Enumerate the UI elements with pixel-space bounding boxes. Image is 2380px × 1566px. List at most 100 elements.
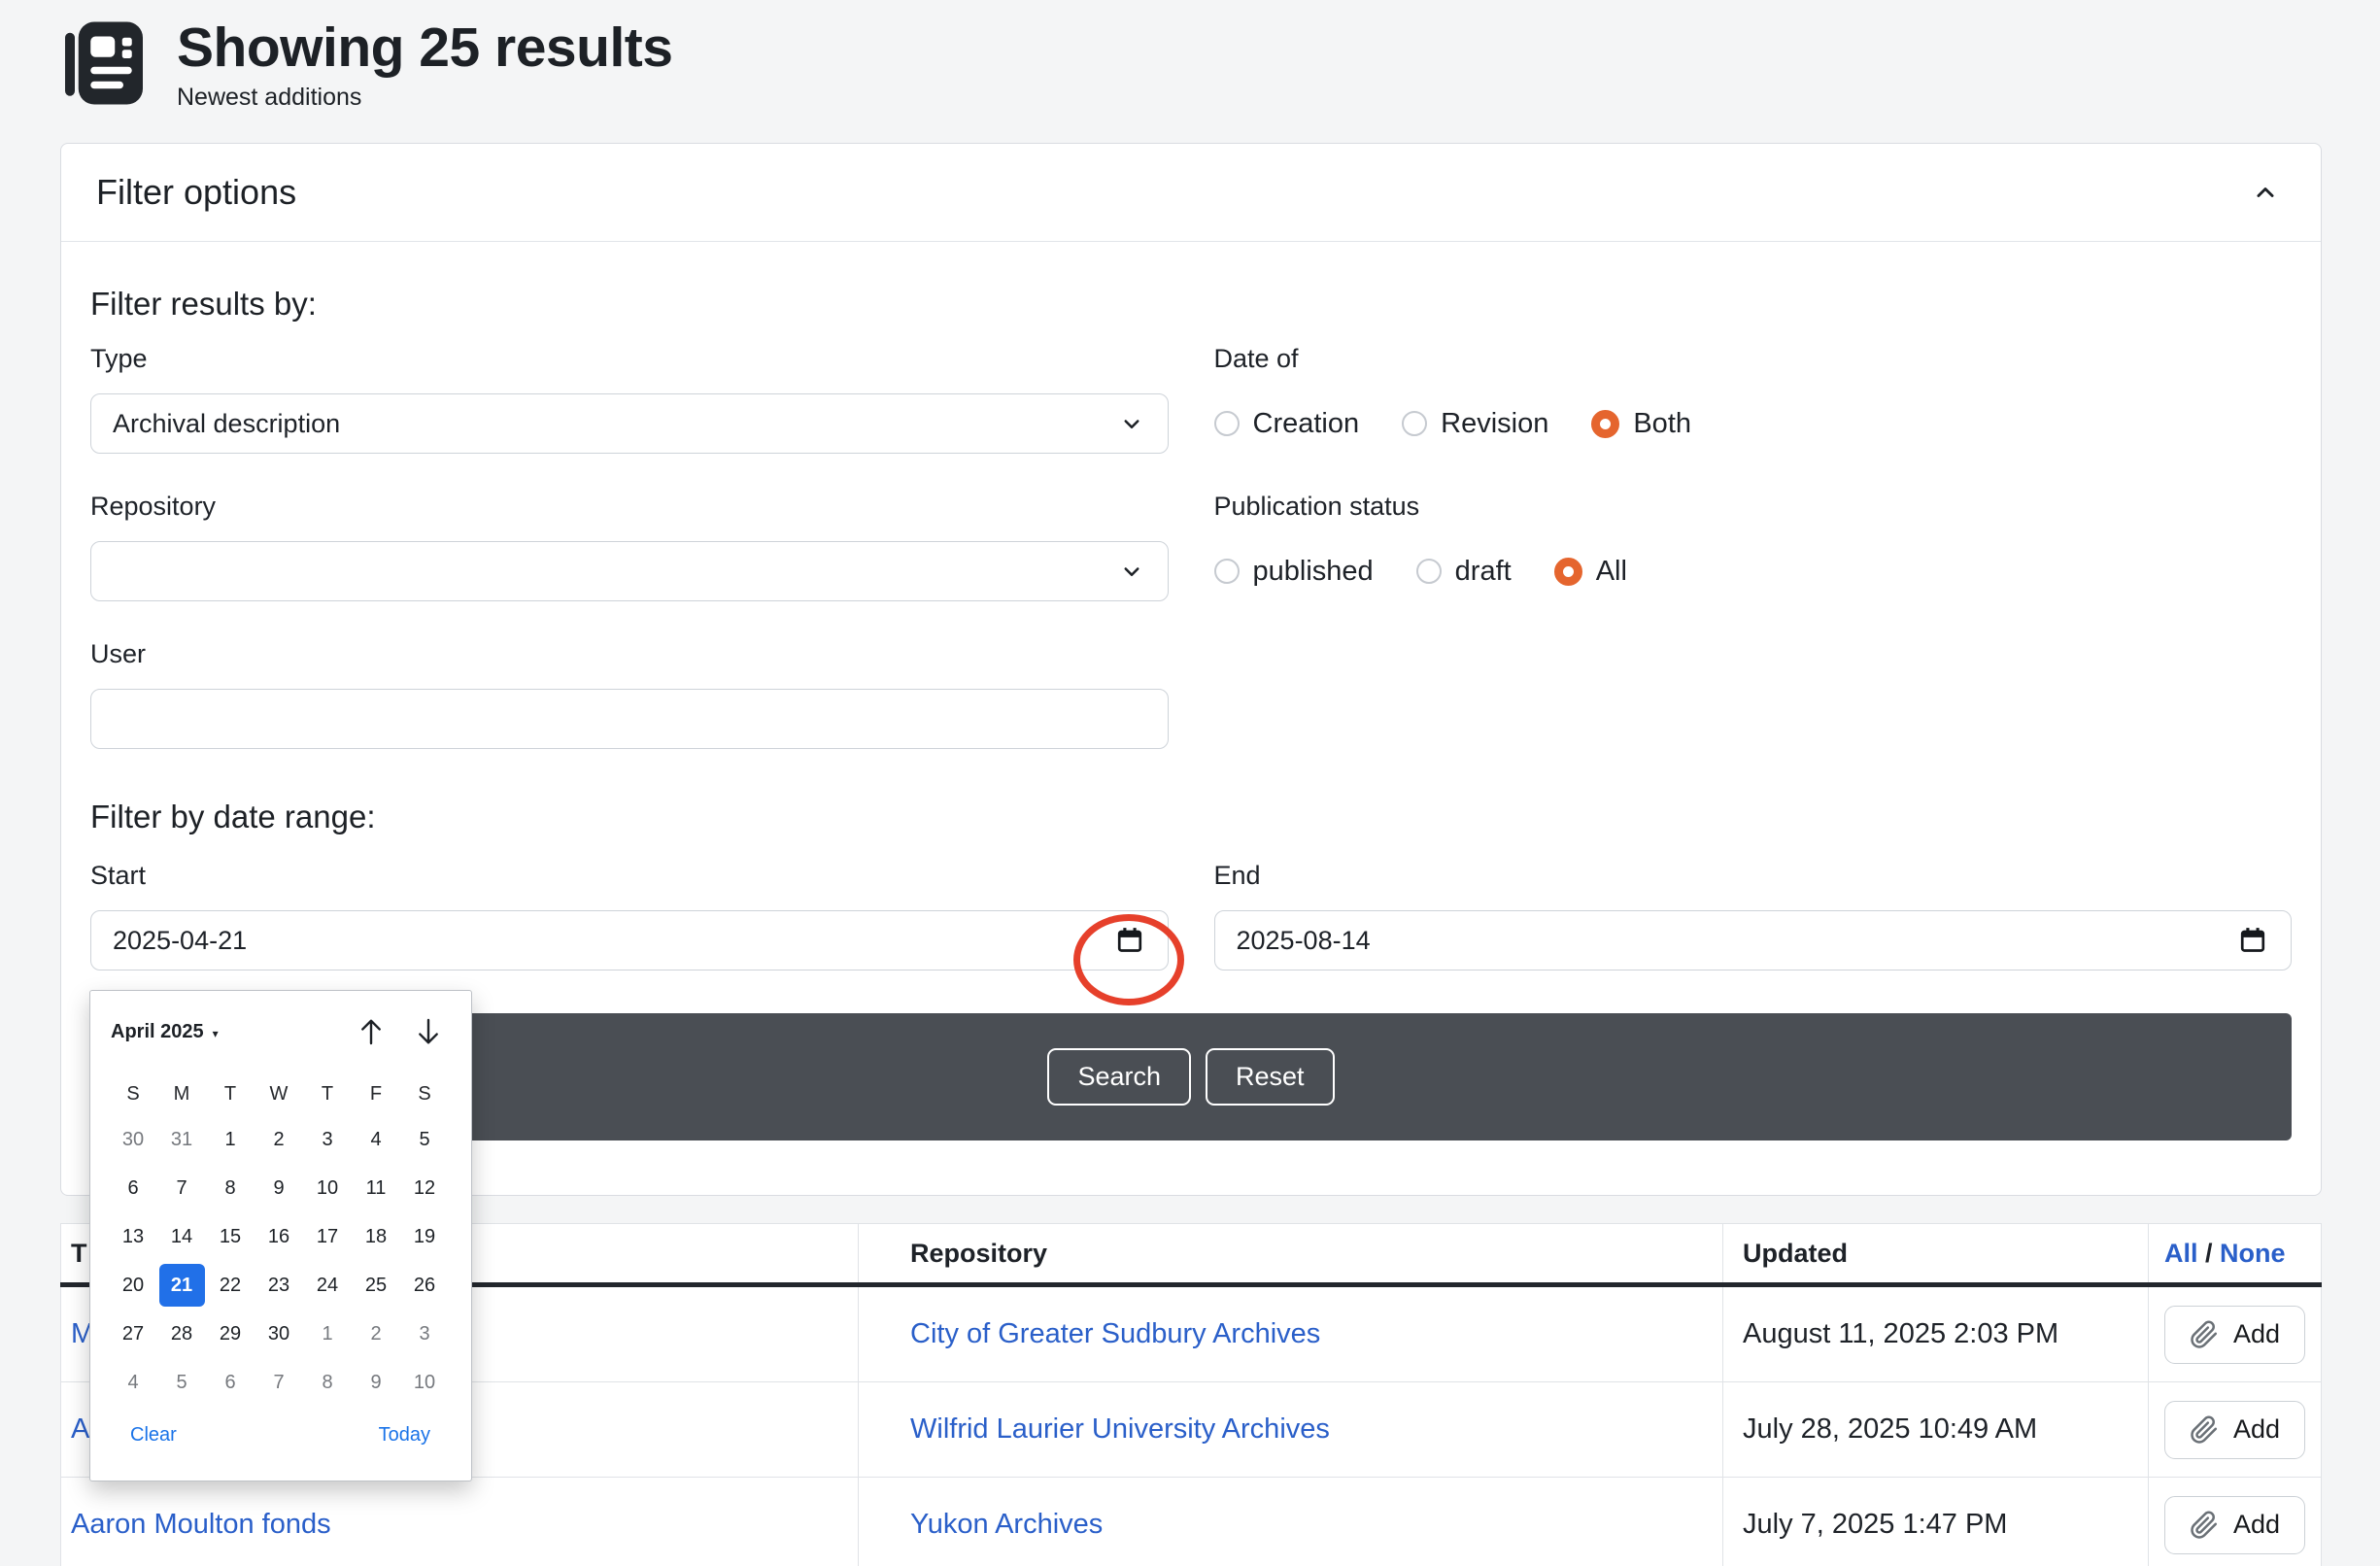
calendar-day[interactable]: 10 xyxy=(400,1358,449,1407)
calendar-day[interactable]: 1 xyxy=(303,1310,352,1358)
radio-circle[interactable] xyxy=(1416,559,1442,584)
weekday-label: T xyxy=(303,1072,352,1115)
radio-both[interactable]: Both xyxy=(1591,408,1691,440)
calendar-day[interactable]: 1 xyxy=(206,1115,255,1164)
add-button-label: Add xyxy=(2233,1414,2280,1445)
repository-link[interactable]: City of Greater Sudbury Archives xyxy=(910,1318,1320,1350)
radio-published[interactable]: published xyxy=(1214,556,1374,588)
next-month-arrow-icon[interactable] xyxy=(411,1014,446,1049)
radio-circle[interactable] xyxy=(1214,559,1240,584)
calendar-day[interactable]: 7 xyxy=(255,1358,303,1407)
date-picker-header: April 2025 ▾ xyxy=(90,991,471,1072)
calendar-day[interactable]: 11 xyxy=(352,1164,400,1212)
type-label: Type xyxy=(90,343,1169,374)
publication-status-field: Publication status published draft Al xyxy=(1214,491,2293,601)
add-button-label: Add xyxy=(2233,1319,2280,1349)
filter-options-header[interactable]: Filter options xyxy=(61,144,2321,242)
calendar-day[interactable]: 18 xyxy=(352,1212,400,1261)
calendar-day[interactable]: 12 xyxy=(400,1164,449,1212)
date-of-field: Date of Creation Revision Both xyxy=(1214,343,2293,454)
paperclip-icon xyxy=(2190,1415,2219,1445)
calendar-day[interactable]: 26 xyxy=(400,1261,449,1310)
calendar-day[interactable]: 21 xyxy=(157,1261,206,1310)
calendar-day[interactable]: 6 xyxy=(109,1164,157,1212)
start-date-input-wrap xyxy=(90,910,1169,970)
calendar-day[interactable]: 6 xyxy=(206,1358,255,1407)
user-label: User xyxy=(90,638,1169,669)
calendar-day[interactable]: 10 xyxy=(303,1164,352,1212)
search-button[interactable]: Search xyxy=(1047,1048,1191,1106)
radio-revision[interactable]: Revision xyxy=(1402,408,1548,440)
repository-select[interactable] xyxy=(90,541,1169,601)
calendar-day[interactable]: 16 xyxy=(255,1212,303,1261)
calendar-day[interactable]: 3 xyxy=(400,1310,449,1358)
clear-link[interactable]: Clear xyxy=(130,1424,177,1447)
repository-link[interactable]: Yukon Archives xyxy=(910,1509,1103,1541)
add-to-clipboard-button[interactable]: Add xyxy=(2164,1401,2305,1459)
clipboard-results-page: Showing 25 results Newest additions Filt… xyxy=(0,0,2380,1566)
type-select[interactable]: Archival description xyxy=(90,393,1169,454)
calendar-day[interactable]: 3 xyxy=(303,1115,352,1164)
radio-creation[interactable]: Creation xyxy=(1214,408,1360,440)
calendar-day[interactable]: 30 xyxy=(109,1115,157,1164)
radio-circle[interactable] xyxy=(1214,411,1240,436)
title-link[interactable]: A xyxy=(71,1413,89,1446)
calendar-day[interactable]: 24 xyxy=(303,1261,352,1310)
calendar-day[interactable]: 27 xyxy=(109,1310,157,1358)
calendar-day[interactable]: 31 xyxy=(157,1115,206,1164)
add-to-clipboard-button[interactable]: Add xyxy=(2164,1306,2305,1364)
start-date-input[interactable] xyxy=(113,911,1105,970)
calendar-day[interactable]: 25 xyxy=(352,1261,400,1310)
radio-label: published xyxy=(1253,556,1374,588)
radio-circle[interactable] xyxy=(1402,411,1427,436)
calendar-day[interactable]: 7 xyxy=(157,1164,206,1212)
calendar-day[interactable]: 4 xyxy=(352,1115,400,1164)
calendar-day[interactable]: 2 xyxy=(352,1310,400,1358)
calendar-day[interactable]: 13 xyxy=(109,1212,157,1261)
chevron-up-icon[interactable] xyxy=(2249,176,2282,209)
calendar-day[interactable]: 28 xyxy=(157,1310,206,1358)
calendar-day[interactable]: 5 xyxy=(157,1358,206,1407)
calendar-day[interactable]: 30 xyxy=(255,1310,303,1358)
calendar-day[interactable]: 15 xyxy=(206,1212,255,1261)
calendar-day[interactable]: 9 xyxy=(352,1358,400,1407)
calendar-day[interactable]: 5 xyxy=(400,1115,449,1164)
radio-all[interactable]: All xyxy=(1554,556,1627,588)
paperclip-icon xyxy=(2190,1320,2219,1349)
month-selector[interactable]: April 2025 ▾ xyxy=(111,1021,219,1043)
calendar-day[interactable]: 23 xyxy=(255,1261,303,1310)
updated-cell: July 28, 2025 10:49 AM xyxy=(1722,1382,2148,1477)
calendar-day[interactable]: 9 xyxy=(255,1164,303,1212)
calendar-day[interactable]: 4 xyxy=(109,1358,157,1407)
calendar-day[interactable]: 8 xyxy=(206,1164,255,1212)
page-title: Showing 25 results xyxy=(177,16,672,80)
start-label: Start xyxy=(90,860,1169,891)
calendar-day[interactable]: 20 xyxy=(109,1261,157,1310)
calendar-day[interactable]: 19 xyxy=(400,1212,449,1261)
today-link[interactable]: Today xyxy=(379,1424,430,1447)
calendar-icon[interactable] xyxy=(2236,924,2269,957)
radio-circle-selected[interactable] xyxy=(1591,410,1619,438)
end-date-input[interactable] xyxy=(1237,911,2229,970)
add-to-clipboard-button[interactable]: Add xyxy=(2164,1496,2305,1554)
calendar-day[interactable]: 29 xyxy=(206,1310,255,1358)
table-row: Aaron Moulton fonds Yukon Archives July … xyxy=(60,1478,2322,1566)
repository-link[interactable]: Wilfrid Laurier University Archives xyxy=(910,1413,1330,1446)
radio-draft[interactable]: draft xyxy=(1416,556,1512,588)
select-all-link[interactable]: All xyxy=(2164,1239,2198,1269)
calendar-day[interactable]: 17 xyxy=(303,1212,352,1261)
radio-label: Both xyxy=(1633,408,1691,440)
reset-button[interactable]: Reset xyxy=(1206,1048,1335,1106)
calendar-day[interactable]: 2 xyxy=(255,1115,303,1164)
user-input[interactable] xyxy=(113,690,1146,748)
calendar-day[interactable]: 8 xyxy=(303,1358,352,1407)
select-none-link[interactable]: None xyxy=(2220,1239,2286,1269)
page-subtitle: Newest additions xyxy=(177,84,672,112)
title-link[interactable]: Aaron Moulton fonds xyxy=(71,1509,331,1541)
previous-month-arrow-icon[interactable] xyxy=(354,1014,389,1049)
calendar-icon[interactable] xyxy=(1113,924,1146,957)
calendar-day[interactable]: 14 xyxy=(157,1212,206,1261)
radio-circle-selected[interactable] xyxy=(1554,558,1582,586)
chevron-down-icon xyxy=(1117,409,1146,438)
calendar-day[interactable]: 22 xyxy=(206,1261,255,1310)
